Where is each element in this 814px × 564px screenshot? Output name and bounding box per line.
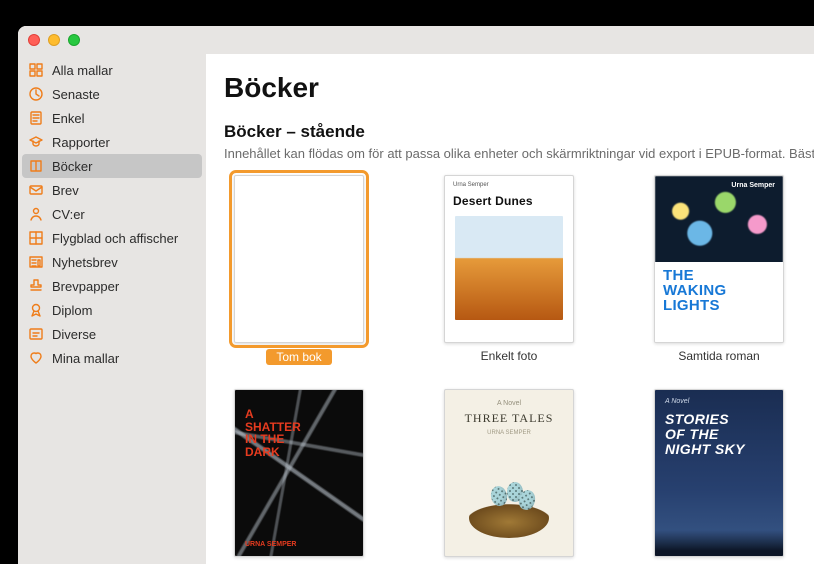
cover-author: URNA SEMPER xyxy=(445,430,573,436)
columns-icon xyxy=(28,230,44,246)
sidebar-item-rapporter[interactable]: Rapporter xyxy=(18,130,206,154)
template-thumb-desert: Urna Semper Desert Dunes xyxy=(444,175,574,343)
sidebar-item-alla-mallar[interactable]: Alla mallar xyxy=(18,58,206,82)
sidebar-item-nyhetsbrev[interactable]: Nyhetsbrev xyxy=(18,250,206,274)
cover-author: Urna Semper xyxy=(731,182,775,189)
cover-kicker: A Novel xyxy=(445,390,573,407)
cover-author: URNA SEMPER xyxy=(245,541,296,548)
sidebar-item-diverse[interactable]: Diverse xyxy=(18,322,206,346)
window-titlebar xyxy=(18,26,814,54)
sidebar-item-label: Diverse xyxy=(52,327,96,342)
sidebar-item-label: Brev xyxy=(52,183,79,198)
sidebar-item-label: Brevpapper xyxy=(52,279,119,294)
cover-title: THREE TALES xyxy=(445,411,573,426)
cover-image xyxy=(655,176,783,264)
cover-image xyxy=(455,216,563,320)
template-thumb-waking: Urna Semper THEWAKINGLIGHTS xyxy=(654,175,784,343)
template-thumb-tales: A Novel THREE TALES URNA SEMPER xyxy=(444,389,574,557)
fullscreen-window-button[interactable] xyxy=(68,34,80,46)
sidebar-item-label: Flygblad och affischer xyxy=(52,231,178,246)
cover-image xyxy=(469,478,549,538)
section-title: Böcker – stående xyxy=(224,122,814,142)
sidebar-item-brevpapper[interactable]: Brevpapper xyxy=(18,274,206,298)
cover-kicker: A Novel xyxy=(665,398,689,405)
template-night[interactable]: A Novel STORIESOF THENIGHT SKY xyxy=(644,389,794,563)
template-thumb-shatter: ASHATTERIN THEDARK URNA SEMPER xyxy=(234,389,364,557)
sidebar-item-label: Enkel xyxy=(52,111,85,126)
sidebar-item-flygblad-och-affischer[interactable]: Flygblad och affischer xyxy=(18,226,206,250)
template-blank[interactable]: Tom bok xyxy=(224,175,374,365)
cap-icon xyxy=(28,134,44,150)
template-label: Enkelt foto xyxy=(481,349,538,363)
template-waking[interactable]: Urna Semper THEWAKINGLIGHTS Samtida roma… xyxy=(644,175,794,365)
template-label: Tom bok xyxy=(266,349,331,365)
page-title: Böcker xyxy=(224,72,814,104)
sidebar-item-label: Böcker xyxy=(52,159,92,174)
cover-title: ASHATTERIN THEDARK xyxy=(245,408,301,458)
envelope-icon xyxy=(28,182,44,198)
cover-author: Urna Semper xyxy=(453,182,489,188)
clock-icon xyxy=(28,86,44,102)
cover-title: Desert Dunes xyxy=(453,194,533,208)
page-icon xyxy=(28,110,44,126)
cover-title: THEWAKINGLIGHTS xyxy=(663,268,775,313)
sidebar-item-label: Mina mallar xyxy=(52,351,119,366)
template-thumb-night: A Novel STORIESOF THENIGHT SKY xyxy=(654,389,784,557)
sidebar-item-senaste[interactable]: Senaste xyxy=(18,82,206,106)
template-label: Samtida roman xyxy=(678,349,759,363)
sidebar-item-label: CV:er xyxy=(52,207,85,222)
template-desert[interactable]: Urna Semper Desert Dunes Enkelt foto xyxy=(434,175,584,365)
sidebar-item-enkel[interactable]: Enkel xyxy=(18,106,206,130)
sidebar-item-label: Rapporter xyxy=(52,135,110,150)
section-description: Innehållet kan flödas om för att passa o… xyxy=(224,146,814,161)
sidebar-item-label: Nyhetsbrev xyxy=(52,255,118,270)
template-thumb-blank xyxy=(234,175,364,343)
template-shatter[interactable]: ASHATTERIN THEDARK URNA SEMPER xyxy=(224,389,374,563)
heart-icon xyxy=(28,350,44,366)
person-icon xyxy=(28,206,44,222)
template-grid: Tom bok Urna Semper Desert Dunes Enkelt … xyxy=(224,175,814,563)
sidebar-item-mina-mallar[interactable]: Mina mallar xyxy=(18,346,206,370)
minimize-window-button[interactable] xyxy=(48,34,60,46)
close-window-button[interactable] xyxy=(28,34,40,46)
misc-icon xyxy=(28,326,44,342)
sidebar-item-label: Diplom xyxy=(52,303,92,318)
sidebar-item-b-cker[interactable]: Böcker xyxy=(22,154,202,178)
news-icon xyxy=(28,254,44,270)
template-category-sidebar: Alla mallar Senaste Enkel Rapporter Böcker Br… xyxy=(18,54,206,564)
sidebar-item-diplom[interactable]: Diplom xyxy=(18,298,206,322)
sidebar-item-label: Alla mallar xyxy=(52,63,113,78)
sidebar-item-brev[interactable]: Brev xyxy=(18,178,206,202)
sidebar-item-label: Senaste xyxy=(52,87,100,102)
book-icon xyxy=(28,158,44,174)
ribbon-icon xyxy=(28,302,44,318)
cover-title: STORIESOF THENIGHT SKY xyxy=(665,412,773,457)
grid-icon xyxy=(28,62,44,78)
sidebar-item-cv-er[interactable]: CV:er xyxy=(18,202,206,226)
stamp-icon xyxy=(28,278,44,294)
template-tales[interactable]: A Novel THREE TALES URNA SEMPER xyxy=(434,389,584,563)
